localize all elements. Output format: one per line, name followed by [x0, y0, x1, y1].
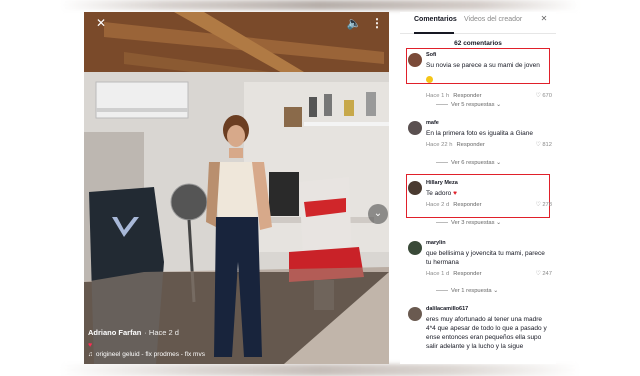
comment-meta: Hace 2 d Responder ♡ 278	[426, 202, 552, 210]
close-video-icon[interactable]: ✕	[92, 14, 110, 32]
screenshot-frame: ✕ 🔈 ⋮ ⌄ Adriano Farfan · Hace 2 d ♥ ♫ ori…	[0, 0, 640, 376]
comment-text: eres muy afortunado al tener una madre 4…	[426, 316, 547, 350]
heart-icon: ♥	[88, 342, 93, 349]
view-replies-button[interactable]: Ver 3 respuestas ⌄	[436, 220, 501, 226]
avatar[interactable]	[408, 53, 422, 67]
like-count[interactable]: ♡ 247	[536, 271, 552, 277]
video-info: Adriano Farfan · Hace 2 d ♥ ♫ origineel g…	[88, 328, 308, 358]
avatar[interactable]	[408, 181, 422, 195]
comment-time: Hace 1 h	[426, 93, 450, 99]
author-name[interactable]: Adriano Farfan	[88, 328, 141, 337]
comment-text: que bellisima y jovencita tu mami, parec…	[426, 250, 545, 266]
tab-creator-videos[interactable]: Videos del creador	[464, 16, 522, 23]
like-count[interactable]: ♡ 812	[536, 142, 552, 148]
comment-username[interactable]: marylin	[426, 240, 552, 246]
view-replies-button[interactable]: Ver 1 respuesta ⌄	[436, 288, 498, 294]
tab-comments[interactable]: Comentarios	[414, 16, 457, 23]
heart-emoji-icon: ♥	[453, 190, 457, 197]
blurred-background-bottom	[60, 364, 580, 376]
active-tab-indicator	[414, 32, 454, 34]
avatar[interactable]	[408, 307, 422, 321]
more-options-icon[interactable]: ⋮	[370, 14, 384, 32]
comment-username[interactable]: Sofi	[426, 52, 552, 58]
comment-text: Te adoro ♥	[426, 190, 457, 197]
comment-text: En la primera foto es igualita a Giane	[426, 130, 533, 137]
comments-panel: Comentarios Videos del creador ✕ 62 come…	[400, 12, 556, 364]
video-frame-image	[84, 12, 389, 364]
comment-meta: Hace 22 h Responder ♡ 812	[426, 142, 552, 150]
reply-button[interactable]: Responder	[453, 202, 481, 208]
tab-bar: Comentarios Videos del creador ✕	[400, 12, 556, 34]
reply-button[interactable]: Responder	[456, 142, 484, 148]
reply-button[interactable]: Responder	[453, 93, 481, 99]
comment-time: Hace 2 d	[426, 202, 450, 208]
comment-meta: Hace 1 h Responder ♡ 670	[426, 93, 552, 101]
comment-meta: Hace 1 d Responder ♡ 247	[426, 271, 552, 279]
smile-emoji-icon	[426, 71, 552, 89]
view-replies-button[interactable]: Ver 6 respuestas ⌄	[436, 160, 501, 166]
comment-time: Hace 1 d	[426, 271, 450, 277]
comment-count: 62 comentarios	[454, 40, 502, 47]
avatar[interactable]	[408, 241, 422, 255]
like-count[interactable]: ♡ 670	[536, 93, 552, 99]
blurred-background-top	[60, 0, 580, 10]
post-time: · Hace 2 d	[144, 328, 179, 337]
reply-button[interactable]: Responder	[453, 271, 481, 277]
music-note-icon: ♫	[88, 351, 93, 358]
author-row: Adriano Farfan · Hace 2 d	[88, 328, 308, 337]
close-panel-icon[interactable]: ✕	[538, 14, 550, 26]
comment-time: Hace 22 h	[426, 142, 453, 148]
sound-name[interactable]: origineel geluid - flx prodmes - flx mvs	[96, 351, 205, 358]
comment-username[interactable]: mafe	[426, 120, 552, 126]
comment-text: Su novia se parece a su mami de joven	[426, 62, 540, 69]
comment-username[interactable]: dalilacamillo617	[426, 306, 552, 312]
video-player[interactable]: ✕ 🔈 ⋮ ⌄ Adriano Farfan · Hace 2 d ♥ ♫ ori…	[84, 12, 389, 364]
comment-username[interactable]: Hillary Meza	[426, 180, 552, 186]
next-video-button[interactable]: ⌄	[368, 204, 388, 224]
sound-row[interactable]: ♫ origineel geluid - flx prodmes - flx m…	[88, 351, 308, 358]
avatar[interactable]	[408, 121, 422, 135]
volume-icon[interactable]: 🔈	[346, 14, 362, 32]
view-replies-button[interactable]: Ver 5 respuestas ⌄	[436, 102, 501, 108]
like-count[interactable]: ♡ 278	[536, 202, 552, 208]
